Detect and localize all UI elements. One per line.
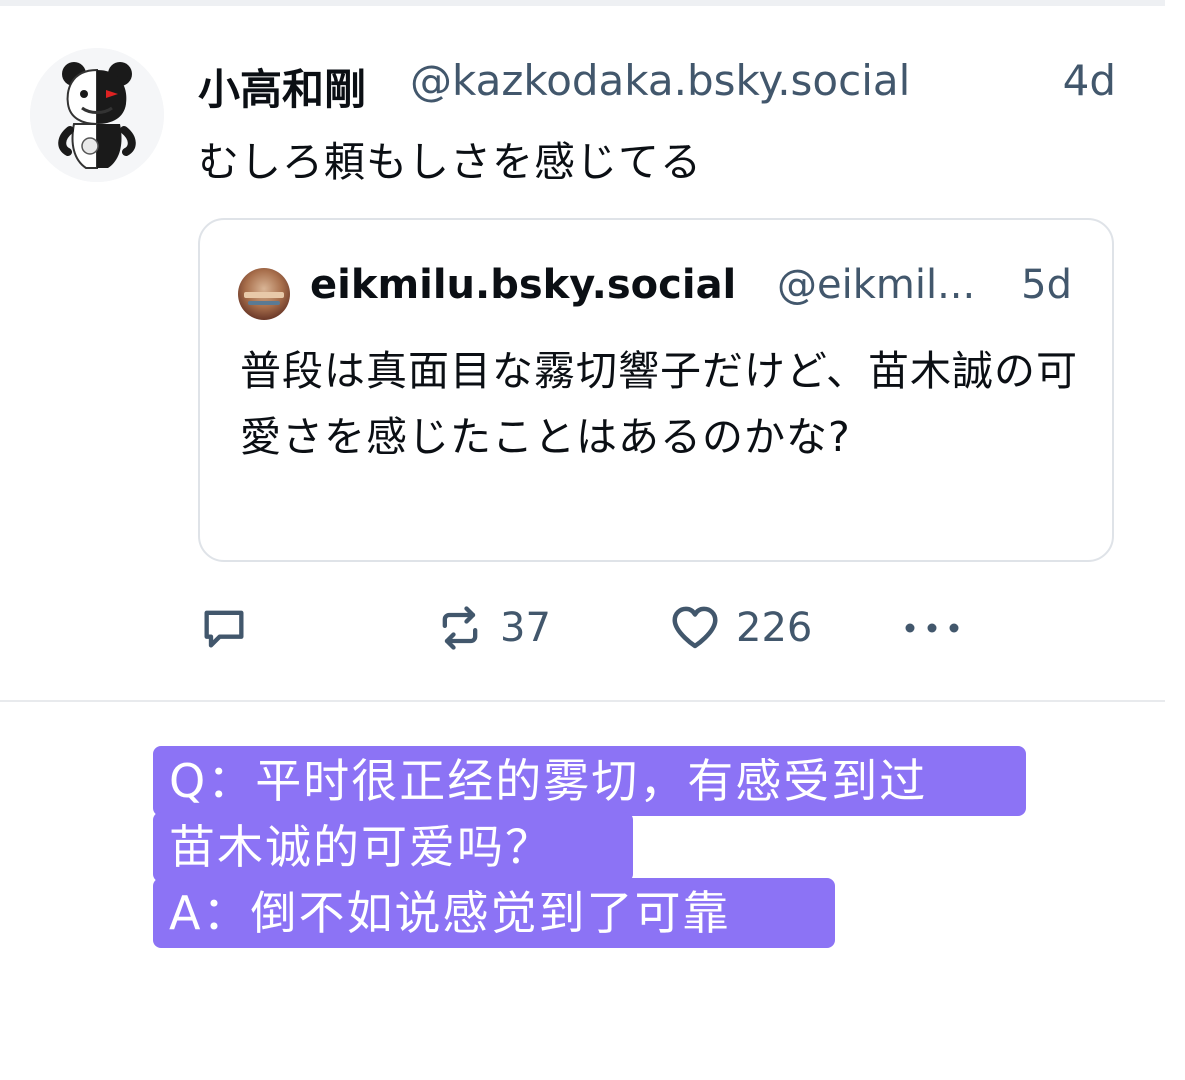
repost-icon bbox=[442, 606, 478, 650]
author-display-name[interactable]: 小高和剛 bbox=[198, 56, 366, 117]
post-text: むしろ頼もしさを感じてる bbox=[198, 138, 702, 186]
avatar-detail bbox=[244, 292, 284, 298]
like-count: 226 bbox=[736, 605, 813, 651]
author-handle[interactable]: @kazkodaka.bsky.social bbox=[410, 56, 910, 105]
avatar-detail bbox=[248, 301, 280, 305]
post-header: 小高和剛 @kazkodaka.bsky.social 4d bbox=[198, 56, 1116, 114]
author-avatar[interactable] bbox=[30, 48, 164, 182]
caption-answer-line: A：倒不如说感觉到了可靠 bbox=[153, 878, 835, 948]
reply-icon bbox=[204, 610, 244, 648]
quoted-post-text: 普段は真面目な霧切響子だけど、苗木誠の可愛さを感じたことはあるのかな? bbox=[240, 347, 1078, 461]
quoted-author-name: eikmilu.bsky.social bbox=[310, 262, 737, 308]
quoted-author-avatar[interactable] bbox=[238, 268, 290, 320]
more-options-button[interactable] bbox=[902, 598, 962, 658]
more-dots-icon bbox=[905, 623, 959, 633]
heart-icon bbox=[672, 606, 718, 649]
repost-count: 37 bbox=[500, 605, 551, 651]
monokuma-bear-avatar-icon bbox=[30, 48, 164, 182]
caption-question-line-1: Q：平时很正经的雾切，有感受到过 bbox=[153, 746, 1026, 816]
post[interactable]: 小高和剛 @kazkodaka.bsky.social 4d むしろ頼もしさを感… bbox=[0, 6, 1165, 702]
repost-button[interactable]: 37 bbox=[434, 598, 551, 658]
post-actions: 37 226 bbox=[198, 598, 998, 658]
like-button[interactable]: 226 bbox=[668, 598, 812, 658]
quoted-post[interactable]: eikmilu.bsky.social @eikmil... 5d 普段は真面目… bbox=[198, 218, 1114, 562]
quoted-author-handle: @eikmil... bbox=[777, 262, 976, 308]
reply-button[interactable] bbox=[198, 598, 250, 658]
caption-question-line-2: 苗木诚的可爱吗？ bbox=[153, 812, 633, 882]
post-divider bbox=[0, 700, 1165, 702]
page-edge bbox=[1165, 0, 1185, 1080]
post-timestamp[interactable]: 4d bbox=[1063, 56, 1116, 105]
quoted-post-header: eikmilu.bsky.social @eikmil... 5d bbox=[310, 262, 1072, 314]
quoted-post-timestamp: 5d bbox=[1021, 262, 1072, 308]
